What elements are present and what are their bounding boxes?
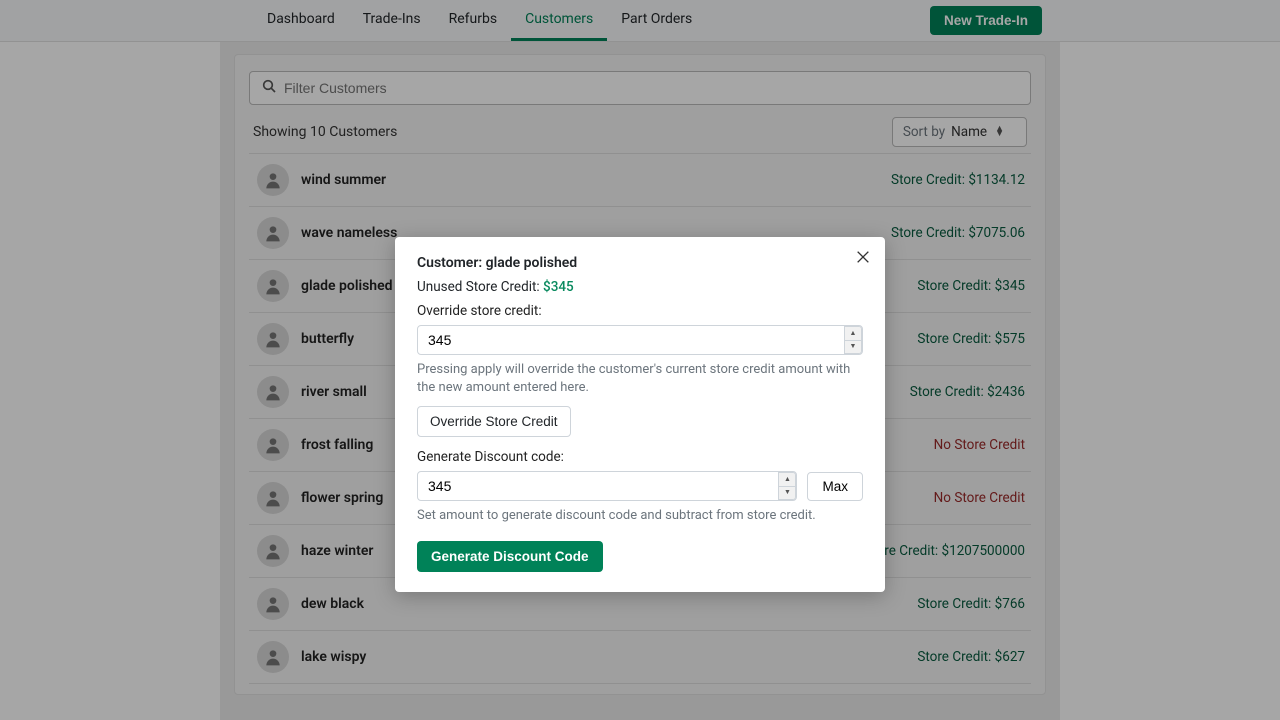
close-icon [855, 249, 871, 265]
unused-credit-value: $345 [543, 279, 574, 295]
generate-discount-code-button[interactable]: Generate Discount Code [417, 541, 603, 572]
discount-amount-input[interactable] [417, 471, 797, 501]
override-spinner: ▲ ▼ [844, 326, 862, 354]
discount-step-up[interactable]: ▲ [778, 472, 796, 487]
modal-close-button[interactable] [851, 245, 875, 273]
customer-modal: Customer: glade polished Unused Store Cr… [395, 237, 885, 592]
override-step-down[interactable]: ▼ [844, 341, 862, 355]
unused-credit-line: Unused Store Credit: $345 [417, 279, 863, 295]
override-credit-label: Override store credit: [417, 303, 863, 319]
max-button[interactable]: Max [807, 472, 863, 501]
override-step-up[interactable]: ▲ [844, 326, 862, 341]
discount-spinner: ▲ ▼ [778, 472, 796, 500]
discount-step-down[interactable]: ▼ [778, 487, 796, 501]
override-credit-input[interactable] [417, 325, 863, 355]
discount-code-label: Generate Discount code: [417, 449, 863, 465]
override-store-credit-button[interactable]: Override Store Credit [417, 406, 571, 437]
override-help-text: Pressing apply will override the custome… [417, 361, 863, 396]
discount-help-text: Set amount to generate discount code and… [417, 507, 863, 525]
modal-title: Customer: glade polished [417, 255, 863, 271]
